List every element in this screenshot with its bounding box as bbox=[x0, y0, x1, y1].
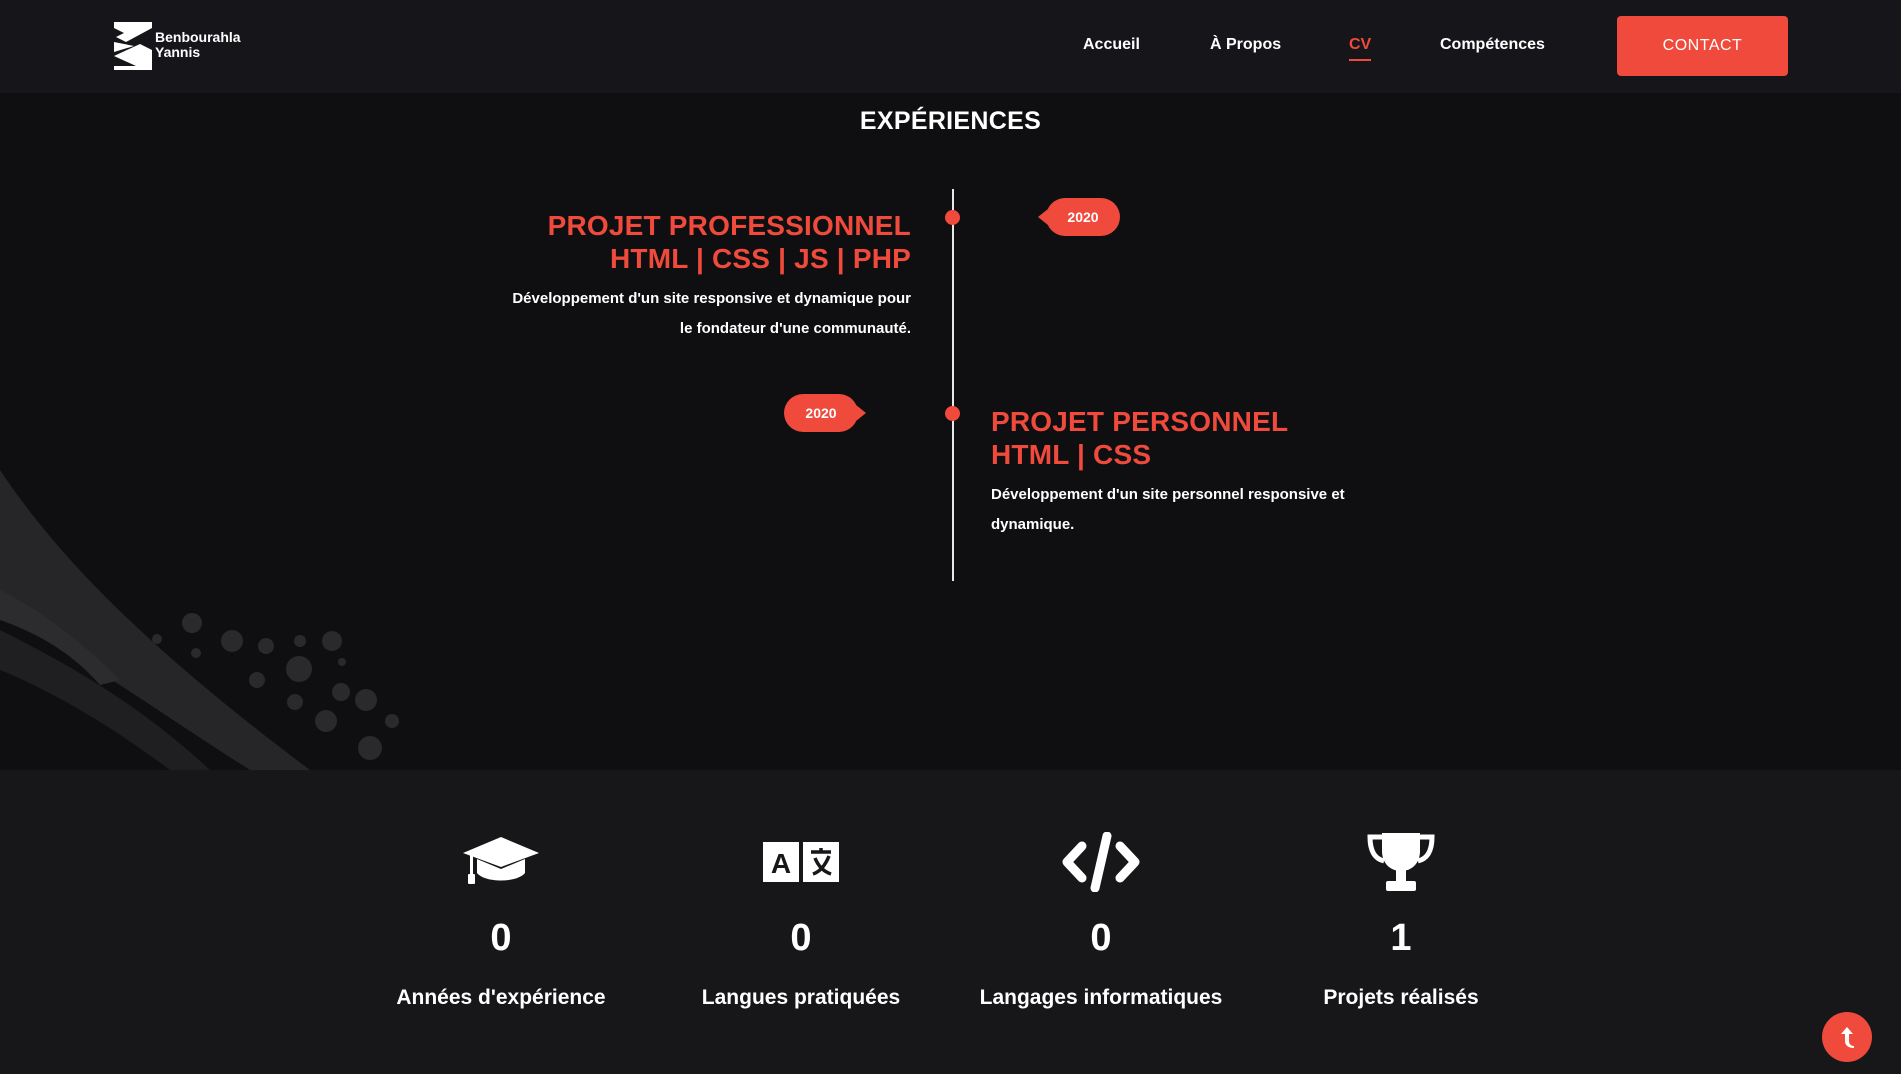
section-title: EXPÉRIENCES bbox=[859, 107, 1042, 135]
nav-competences[interactable]: Compétences bbox=[1440, 35, 1545, 55]
stat-years-experience: 0 Années d'expérience bbox=[351, 830, 651, 1010]
svg-text:A: A bbox=[771, 848, 791, 879]
experience-title: PROJET PROFESSIONNEL HTML | CSS | JS | P… bbox=[548, 209, 911, 275]
stat-value: 1 bbox=[1390, 917, 1412, 959]
logo-mark-icon bbox=[114, 22, 152, 70]
stat-value: 0 bbox=[790, 917, 812, 959]
site-logo[interactable]: Benbourahla Yannis bbox=[114, 22, 241, 70]
experience-title: PROJET PERSONNEL HTML | CSS bbox=[991, 405, 1288, 471]
experience-title-line-2: HTML | CSS | JS | PHP bbox=[609, 243, 911, 274]
stat-label: Années d'expérience bbox=[396, 986, 606, 1009]
contact-button[interactable]: CONTACT bbox=[1617, 16, 1788, 76]
experience-title-line-2: HTML | CSS bbox=[991, 439, 1152, 470]
experience-desc-line-2: dynamique. bbox=[991, 516, 1075, 533]
logo-text: Benbourahla Yannis bbox=[155, 30, 241, 60]
experience-description: Développement d'un site responsive et dy… bbox=[512, 284, 911, 344]
experience-desc-line-2: le fondateur d'une communauté. bbox=[679, 320, 911, 337]
experience-title-line-1: PROJET PROFESSIONNEL bbox=[547, 210, 911, 241]
logo-line-1: Benbourahla bbox=[155, 29, 241, 45]
stat-value: 0 bbox=[490, 917, 512, 959]
stats-section: 0 Années d'expérience A 0 Langues pratiq… bbox=[0, 770, 1901, 1074]
timeline-dot bbox=[945, 406, 960, 421]
trophy-icon bbox=[1361, 830, 1441, 894]
nav-cv[interactable]: CV bbox=[1349, 35, 1372, 61]
stat-label: Langues pratiquées bbox=[701, 986, 901, 1009]
date-badge: 2020 bbox=[784, 394, 866, 432]
experience-title-line-1: PROJET PERSONNEL bbox=[991, 406, 1289, 437]
timeline-dot bbox=[945, 210, 960, 225]
scroll-to-top-button[interactable] bbox=[1822, 1012, 1872, 1062]
logo-line-2: Yannis bbox=[155, 44, 201, 60]
experience-description: Développement d'un site personnel respon… bbox=[991, 480, 1345, 540]
graduation-cap-icon bbox=[461, 830, 541, 894]
stat-languages: A 0 Langues pratiquées bbox=[651, 830, 951, 1010]
nav-accueil[interactable]: Accueil bbox=[1083, 35, 1140, 55]
timeline-line bbox=[952, 189, 954, 581]
date-badge: 2020 bbox=[1038, 198, 1120, 236]
stat-label: Langages informatiques bbox=[979, 986, 1223, 1009]
stat-programming-languages: 0 Langages informatiques bbox=[951, 830, 1251, 1010]
stat-value: 0 bbox=[1090, 917, 1112, 959]
stat-projects: 1 Projets réalisés bbox=[1251, 830, 1551, 1010]
experience-desc-line-1: Développement d'un site personnel respon… bbox=[991, 486, 1345, 503]
stat-label: Projets réalisés bbox=[1323, 986, 1479, 1009]
arrow-up-icon bbox=[1841, 1027, 1854, 1048]
code-icon bbox=[1061, 830, 1141, 894]
decorative-brush-stroke bbox=[0, 470, 399, 770]
translate-icon: A bbox=[761, 830, 841, 894]
nav-a-propos[interactable]: À Propos bbox=[1210, 35, 1281, 55]
experience-desc-line-1: Développement d'un site responsive et dy… bbox=[512, 290, 911, 307]
site-header: Benbourahla Yannis Accueil À Propos CV C… bbox=[0, 0, 1901, 93]
